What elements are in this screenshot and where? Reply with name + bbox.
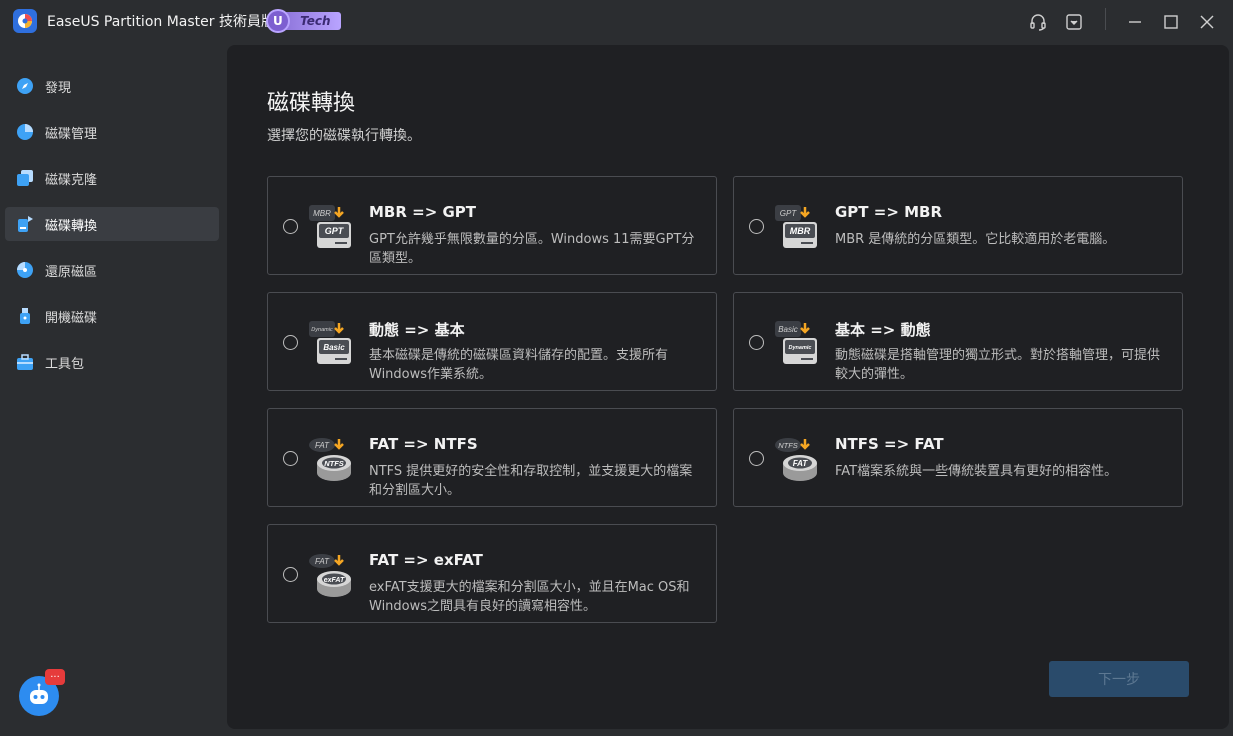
option-radio[interactable] <box>283 567 298 582</box>
robot-icon <box>30 683 48 704</box>
sidebar-item-bootable-media[interactable]: 開機磁碟 <box>5 299 219 333</box>
sidebar-item-disk-clone[interactable]: 磁碟克隆 <box>5 161 219 195</box>
svg-text:NTFS: NTFS <box>324 459 344 468</box>
fat-to-exfat-disk-icon: FAT exFAT <box>309 554 351 597</box>
clone-icon <box>16 169 34 187</box>
sidebar: 發現 磁碟管理 磁碟克隆 磁碟轉換 還原磁區 開機磁碟 工具包 <box>0 44 226 736</box>
option-card-fat-to-exfat[interactable]: FAT exFAT FAT => exFAT exFAT支援更大的檔案和分割區大… <box>267 524 717 623</box>
option-title: FAT => NTFS <box>369 435 478 453</box>
option-card-basic-to-dynamic[interactable]: Basic Dynamic 基本 => 動態 動態磁碟是搭軸管理的獨立形式。對於… <box>733 292 1183 391</box>
app-logo-icon <box>13 9 37 33</box>
svg-text:Basic: Basic <box>323 343 345 352</box>
gpt-to-mbr-disk-icon: GPT MBR <box>775 205 817 248</box>
svg-text:GPT: GPT <box>780 209 798 218</box>
option-description: NTFS 提供更好的安全性和存取控制，並支援更大的檔案和分割區大小。 <box>369 464 693 498</box>
svg-text:Basic: Basic <box>778 325 798 334</box>
option-radio[interactable] <box>749 335 764 350</box>
sidebar-item-label: 工具包 <box>45 356 85 372</box>
headset-icon[interactable] <box>1028 12 1048 32</box>
sidebar-item-label: 發現 <box>45 80 72 96</box>
option-title: 基本 => 動態 <box>835 321 931 339</box>
sidebar-item-label: 還原磁區 <box>45 264 98 280</box>
option-title: NTFS => FAT <box>835 435 944 453</box>
option-card-mbr-to-gpt[interactable]: MBR GPT MBR => GPT GPT允許幾乎無限數量的分區。Window… <box>267 176 717 275</box>
edition-badge: U Tech <box>266 9 341 33</box>
sidebar-item-disk-management[interactable]: 磁碟管理 <box>5 115 219 149</box>
option-description: MBR 是傳統的分區類型。它比較適用於老電腦。 <box>835 232 1116 247</box>
sidebar-item-toolkit[interactable]: 工具包 <box>5 345 219 379</box>
option-description: exFAT支援更大的檔案和分割區大小，並且在Mac OS和Windows之間具有… <box>369 580 690 614</box>
next-button[interactable]: 下一步 <box>1049 661 1189 697</box>
option-title: GPT => MBR <box>835 203 943 221</box>
svg-text:FAT: FAT <box>793 459 809 468</box>
svg-text:FAT: FAT <box>315 557 330 566</box>
recover-icon <box>16 261 34 279</box>
sidebar-item-label: 磁碟克隆 <box>45 172 98 188</box>
basic-to-dynamic-disk-icon: Basic Dynamic <box>775 321 817 364</box>
app-title: EaseUS Partition Master 技術員版 <box>47 14 275 30</box>
edition-letter: U <box>266 9 290 33</box>
sidebar-item-partition-recovery[interactable]: 還原磁區 <box>5 253 219 287</box>
sidebar-item-label: 磁碟管理 <box>45 126 98 142</box>
option-radio[interactable] <box>283 335 298 350</box>
mbr-to-gpt-disk-icon: MBR GPT <box>309 205 351 248</box>
option-radio[interactable] <box>283 219 298 234</box>
maximize-icon[interactable] <box>1161 12 1181 32</box>
option-radio[interactable] <box>749 219 764 234</box>
page-title: 磁碟轉換 <box>267 91 356 116</box>
option-title: MBR => GPT <box>369 203 477 221</box>
chat-notification-badge: ··· <box>45 669 65 685</box>
pie-chart-icon <box>16 123 34 141</box>
option-description: 基本磁碟是傳統的磁碟區資料儲存的配置。支援所有Windows作業系統。 <box>369 348 669 382</box>
minimize-icon[interactable] <box>1125 12 1145 32</box>
option-description: FAT檔案系統與一些傳統裝置具有更好的相容性。 <box>835 464 1118 479</box>
sidebar-item-disk-convert[interactable]: 磁碟轉換 <box>5 207 219 241</box>
option-card-gpt-to-mbr[interactable]: GPT MBR GPT => MBR MBR 是傳統的分區類型。它比較適用於老電… <box>733 176 1183 275</box>
svg-text:Dynamic: Dynamic <box>789 345 812 351</box>
svg-text:exFAT: exFAT <box>324 577 345 584</box>
sidebar-item-label: 開機磁碟 <box>45 310 98 326</box>
titlebar-separator <box>1105 8 1106 30</box>
option-title: FAT => exFAT <box>369 551 483 569</box>
svg-text:MBR: MBR <box>313 209 331 218</box>
dropdown-menu-icon[interactable] <box>1064 12 1084 32</box>
svg-text:FAT: FAT <box>315 441 330 450</box>
option-card-ntfs-to-fat[interactable]: NTFS FAT NTFS => FAT FAT檔案系統與一些傳統裝置具有更好的… <box>733 408 1183 507</box>
close-icon[interactable] <box>1197 12 1217 32</box>
option-radio[interactable] <box>283 451 298 466</box>
usb-icon <box>16 307 34 325</box>
title-bar: EaseUS Partition Master 技術員版 U Tech <box>0 0 1233 44</box>
convert-icon <box>16 215 34 233</box>
sidebar-item-discover[interactable]: 發現 <box>5 69 219 103</box>
svg-text:MBR: MBR <box>790 226 811 236</box>
option-description: GPT允許幾乎無限數量的分區。Windows 11需要GPT分區類型。 <box>369 232 695 266</box>
svg-text:GPT: GPT <box>325 226 345 236</box>
dynamic-to-basic-disk-icon: Dynamic Basic <box>309 321 351 364</box>
compass-icon <box>16 77 34 95</box>
fat-to-ntfs-disk-icon: FAT NTFS <box>309 438 351 481</box>
main-panel: 磁碟轉換 選擇您的磁碟執行轉換。 MBR GPT MBR => GPT GPT允… <box>227 45 1229 729</box>
edition-label: Tech <box>281 12 341 30</box>
ntfs-to-fat-disk-icon: NTFS FAT <box>775 438 817 481</box>
page-subtitle: 選擇您的磁碟執行轉換。 <box>267 128 421 144</box>
option-radio[interactable] <box>749 451 764 466</box>
svg-text:Dynamic: Dynamic <box>311 327 333 333</box>
option-card-dynamic-to-basic[interactable]: Dynamic Basic 動態 => 基本 基本磁碟是傳統的磁碟區資料儲存的配… <box>267 292 717 391</box>
toolbox-icon <box>16 353 34 371</box>
option-card-fat-to-ntfs[interactable]: FAT NTFS FAT => NTFS NTFS 提供更好的安全性和存取控制，… <box>267 408 717 507</box>
option-description: 動態磁碟是搭軸管理的獨立形式。對於搭軸管理，可提供較大的彈性。 <box>835 348 1161 382</box>
svg-text:NTFS: NTFS <box>778 441 798 450</box>
sidebar-item-label: 磁碟轉換 <box>45 218 98 234</box>
option-title: 動態 => 基本 <box>369 321 465 339</box>
